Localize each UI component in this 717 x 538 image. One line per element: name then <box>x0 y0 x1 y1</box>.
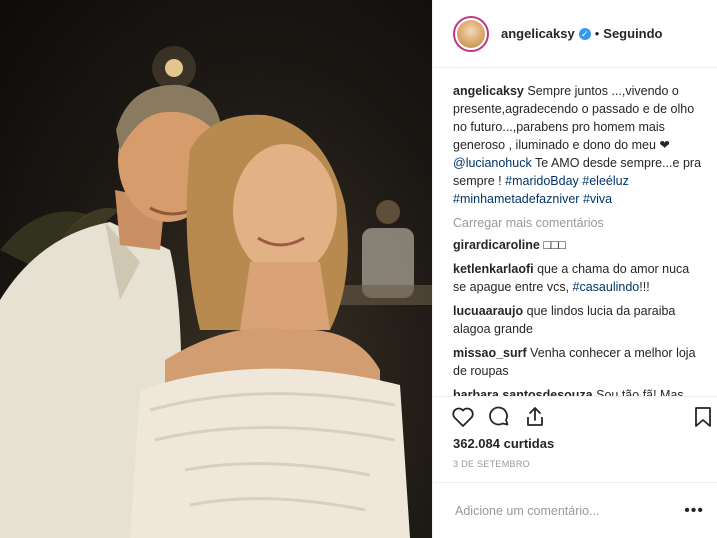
comment-icon[interactable] <box>487 405 511 429</box>
comment-text-tail: !!! <box>639 280 650 294</box>
photo-illustration <box>0 46 432 538</box>
comment-item: missao_surf Venha conhecer a melhor loja… <box>453 344 704 380</box>
comment-hashtag[interactable]: #casaulindo <box>573 280 640 294</box>
caption-username[interactable]: angelicaksy <box>453 84 524 98</box>
post-header: angelicaksy ✓ • Seguindo <box>433 0 717 68</box>
bookmark-icon[interactable] <box>691 405 715 429</box>
heart-icon[interactable] <box>451 405 475 429</box>
caption-hashtag-4[interactable]: #viva <box>583 192 612 206</box>
instagram-post-modal: angelicaksy ✓ • Seguindo angelicaksy Sem… <box>0 0 717 538</box>
caption-hashtag-2[interactable]: #eleéluz <box>582 174 629 188</box>
comment-username[interactable]: missao_surf <box>453 346 527 360</box>
comment-username[interactable]: lucuaaraujo <box>453 304 523 318</box>
following-button[interactable]: Seguindo <box>603 26 662 41</box>
load-more-comments-button[interactable]: Carregar mais comentários <box>453 214 704 232</box>
add-comment-bar: ••• <box>433 482 717 538</box>
comment-item: lucuaaraujo que lindos lucia da paraiba … <box>453 302 704 338</box>
comment-username[interactable]: girardicaroline <box>453 238 540 252</box>
verified-badge-icon: ✓ <box>578 27 591 40</box>
action-bar <box>433 396 717 434</box>
post-date: 3 DE SETEMBRO <box>453 459 530 469</box>
comment-username[interactable]: barbara.santosdesouza <box>453 388 593 396</box>
post-sidebar: angelicaksy ✓ • Seguindo angelicaksy Sem… <box>432 0 717 538</box>
separator-dot: • <box>594 26 600 41</box>
more-options-icon[interactable]: ••• <box>684 502 704 520</box>
post-caption: angelicaksy Sempre juntos ...,vivendo o … <box>453 82 704 208</box>
header-username[interactable]: angelicaksy <box>501 26 575 41</box>
share-icon[interactable] <box>523 405 547 429</box>
caption-mention[interactable]: @lucianohuck <box>453 156 532 170</box>
add-comment-input[interactable] <box>453 502 685 519</box>
comment-username[interactable]: ketlenkarlaofi <box>453 262 534 276</box>
post-photo[interactable] <box>0 0 432 538</box>
caption-hashtag-1[interactable]: #maridoBday <box>505 174 579 188</box>
comment-text: □□□ <box>543 238 566 252</box>
caption-hashtag-3[interactable]: #minhametadefazniver <box>453 192 579 206</box>
comment-item: ketlenkarlaofi que a chama do amor nuca … <box>453 260 704 296</box>
likes-count[interactable]: 362.084 curtidas <box>453 436 554 451</box>
comment-item: girardicaroline □□□ <box>453 236 704 254</box>
comment-item: barbara.santosdesouza Sou tão fã! Mas mo… <box>453 386 704 396</box>
avatar-image <box>457 19 485 48</box>
comments-list[interactable]: angelicaksy Sempre juntos ...,vivendo o … <box>433 68 717 396</box>
avatar[interactable] <box>453 15 489 52</box>
